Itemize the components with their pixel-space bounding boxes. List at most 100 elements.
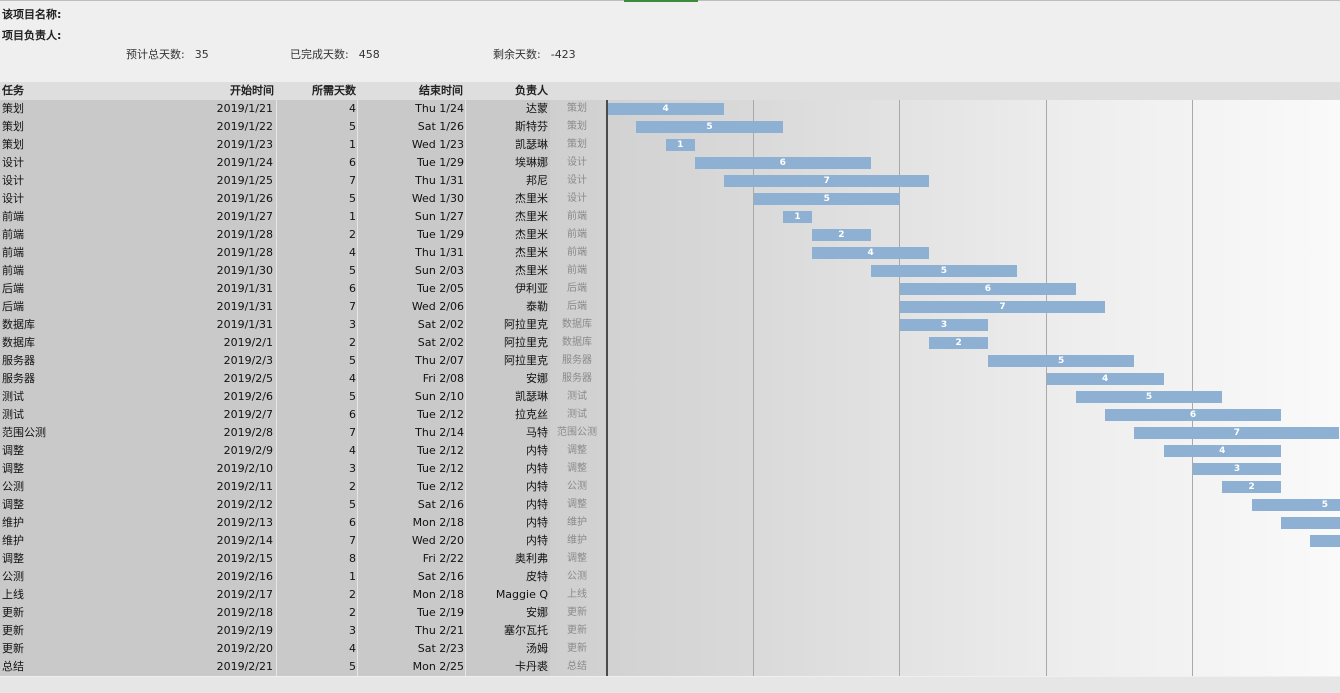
owner-cell[interactable]: 阿拉里克	[504, 316, 548, 334]
start-date-cell[interactable]: 2019/1/28	[217, 226, 273, 244]
duration-cell[interactable]: 2	[349, 478, 356, 496]
start-date-cell[interactable]: 2019/2/21	[217, 658, 273, 676]
table-row[interactable]: 策划 2019/1/21 4 Thu 1/24 达蒙	[0, 100, 550, 118]
remaining-value[interactable]: -423	[551, 48, 576, 61]
end-date-cell[interactable]: Thu 1/31	[415, 244, 464, 262]
task-cell[interactable]: 服务器	[2, 370, 35, 388]
end-date-cell[interactable]: Sat 2/02	[418, 316, 464, 334]
task-cell[interactable]: 调整	[2, 442, 24, 460]
end-date-cell[interactable]: Wed 1/23	[412, 136, 464, 154]
end-date-cell[interactable]: Thu 2/21	[415, 622, 464, 640]
completed-value[interactable]: 458	[359, 48, 380, 61]
task-cell[interactable]: 策划	[2, 136, 24, 154]
task-cell[interactable]: 调整	[2, 496, 24, 514]
task-cell[interactable]: 数据库	[2, 334, 35, 352]
start-date-cell[interactable]: 2019/1/30	[217, 262, 273, 280]
start-date-cell[interactable]: 2019/2/11	[217, 478, 273, 496]
duration-cell[interactable]: 6	[349, 514, 356, 532]
owner-cell[interactable]: 杰里米	[515, 208, 548, 226]
col-header-days[interactable]: 所需天数	[312, 82, 356, 100]
gantt-bar[interactable]: 6	[1105, 409, 1281, 421]
duration-cell[interactable]: 5	[349, 352, 356, 370]
duration-cell[interactable]: 2	[349, 226, 356, 244]
task-cell[interactable]: 调整	[2, 460, 24, 478]
task-cell[interactable]: 测试	[2, 388, 24, 406]
task-cell[interactable]: 数据库	[2, 316, 35, 334]
gantt-bar[interactable]: 5	[753, 193, 900, 205]
gantt-bar[interactable]: 5	[1075, 391, 1223, 403]
duration-cell[interactable]: 6	[349, 280, 356, 298]
owner-cell[interactable]: 邦尼	[526, 172, 548, 190]
table-row[interactable]: 更新 2019/2/20 4 Sat 2/23 汤姆	[0, 640, 550, 658]
start-date-cell[interactable]: 2019/1/26	[217, 190, 273, 208]
gantt-bar[interactable]: 3	[900, 319, 988, 331]
table-row[interactable]: 总结 2019/2/21 5 Mon 2/25 卡丹裘	[0, 658, 550, 676]
duration-cell[interactable]: 1	[349, 136, 356, 154]
owner-cell[interactable]: 阿拉里克	[504, 352, 548, 370]
duration-cell[interactable]: 3	[349, 460, 356, 478]
end-date-cell[interactable]: Sat 1/26	[418, 118, 464, 136]
task-cell[interactable]: 设计	[2, 190, 24, 208]
table-row[interactable]: 更新 2019/2/18 2 Tue 2/19 安娜	[0, 604, 550, 622]
duration-cell[interactable]: 1	[349, 208, 356, 226]
task-cell[interactable]: 公测	[2, 478, 24, 496]
owner-cell[interactable]: 安娜	[526, 370, 548, 388]
task-cell[interactable]: 前端	[2, 208, 24, 226]
col-header-start[interactable]: 开始时间	[230, 82, 274, 100]
owner-cell[interactable]: 皮特	[526, 568, 548, 586]
task-cell[interactable]: 后端	[2, 298, 24, 316]
table-row[interactable]: 上线 2019/2/17 2 Mon 2/18 Maggie Q	[0, 586, 550, 604]
owner-cell[interactable]: 内特	[526, 514, 548, 532]
owner-cell[interactable]: 埃琳娜	[515, 154, 548, 172]
owner-cell[interactable]: 内特	[526, 460, 548, 478]
gantt-bar[interactable]: 4	[607, 103, 725, 115]
end-date-cell[interactable]: Tue 2/12	[417, 460, 464, 478]
end-date-cell[interactable]: Fri 2/22	[423, 550, 464, 568]
table-row[interactable]: 公测 2019/2/16 1 Sat 2/16 皮特	[0, 568, 550, 586]
duration-cell[interactable]: 6	[349, 154, 356, 172]
end-date-cell[interactable]: Sat 2/16	[418, 496, 464, 514]
end-date-cell[interactable]: Tue 2/12	[417, 406, 464, 424]
table-row[interactable]: 前端 2019/1/30 5 Sun 2/03 杰里米	[0, 262, 550, 280]
duration-cell[interactable]: 5	[349, 118, 356, 136]
table-row[interactable]: 数据库 2019/1/31 3 Sat 2/02 阿拉里克	[0, 316, 550, 334]
end-date-cell[interactable]: Sun 1/27	[415, 208, 464, 226]
owner-cell[interactable]: 汤姆	[526, 640, 548, 658]
start-date-cell[interactable]: 2019/2/16	[217, 568, 273, 586]
duration-cell[interactable]: 5	[349, 262, 356, 280]
start-date-cell[interactable]: 2019/2/5	[224, 370, 273, 388]
end-date-cell[interactable]: Tue 1/29	[417, 154, 464, 172]
end-date-cell[interactable]: Thu 1/31	[415, 172, 464, 190]
table-row[interactable]: 测试 2019/2/7 6 Tue 2/12 拉克丝	[0, 406, 550, 424]
duration-cell[interactable]: 4	[349, 244, 356, 262]
task-cell[interactable]: 维护	[2, 514, 24, 532]
owner-cell[interactable]: 杰里米	[515, 244, 548, 262]
end-date-cell[interactable]: Tue 2/12	[417, 478, 464, 496]
task-cell[interactable]: 服务器	[2, 352, 35, 370]
table-row[interactable]: 服务器 2019/2/3 5 Thu 2/07 阿拉里克	[0, 352, 550, 370]
task-cell[interactable]: 测试	[2, 406, 24, 424]
owner-cell[interactable]: 内特	[526, 496, 548, 514]
task-cell[interactable]: 总结	[2, 658, 24, 676]
start-date-cell[interactable]: 2019/2/13	[217, 514, 273, 532]
gantt-bar[interactable]: 5	[1251, 499, 1340, 511]
gantt-bar[interactable]: 2	[1222, 481, 1281, 493]
start-date-cell[interactable]: 2019/2/6	[224, 388, 273, 406]
gantt-bar[interactable]: 7	[1310, 535, 1340, 547]
start-date-cell[interactable]: 2019/2/1	[224, 334, 273, 352]
gantt-bar[interactable]: 5	[636, 121, 783, 133]
duration-cell[interactable]: 4	[349, 640, 356, 658]
col-header-owner[interactable]: 负责人	[515, 82, 548, 100]
start-date-cell[interactable]: 2019/2/17	[217, 586, 273, 604]
table-row[interactable]: 调整 2019/2/12 5 Sat 2/16 内特	[0, 496, 550, 514]
duration-cell[interactable]: 7	[349, 424, 356, 442]
start-date-cell[interactable]: 2019/1/31	[217, 280, 273, 298]
owner-cell[interactable]: 拉克丝	[515, 406, 548, 424]
owner-cell[interactable]: 泰勒	[526, 298, 548, 316]
end-date-cell[interactable]: Mon 2/18	[413, 514, 464, 532]
owner-cell[interactable]: 卡丹裘	[515, 658, 548, 676]
duration-cell[interactable]: 2	[349, 604, 356, 622]
task-cell[interactable]: 调整	[2, 550, 24, 568]
owner-cell[interactable]: 杰里米	[515, 190, 548, 208]
gantt-bar[interactable]: 6	[1280, 517, 1340, 529]
